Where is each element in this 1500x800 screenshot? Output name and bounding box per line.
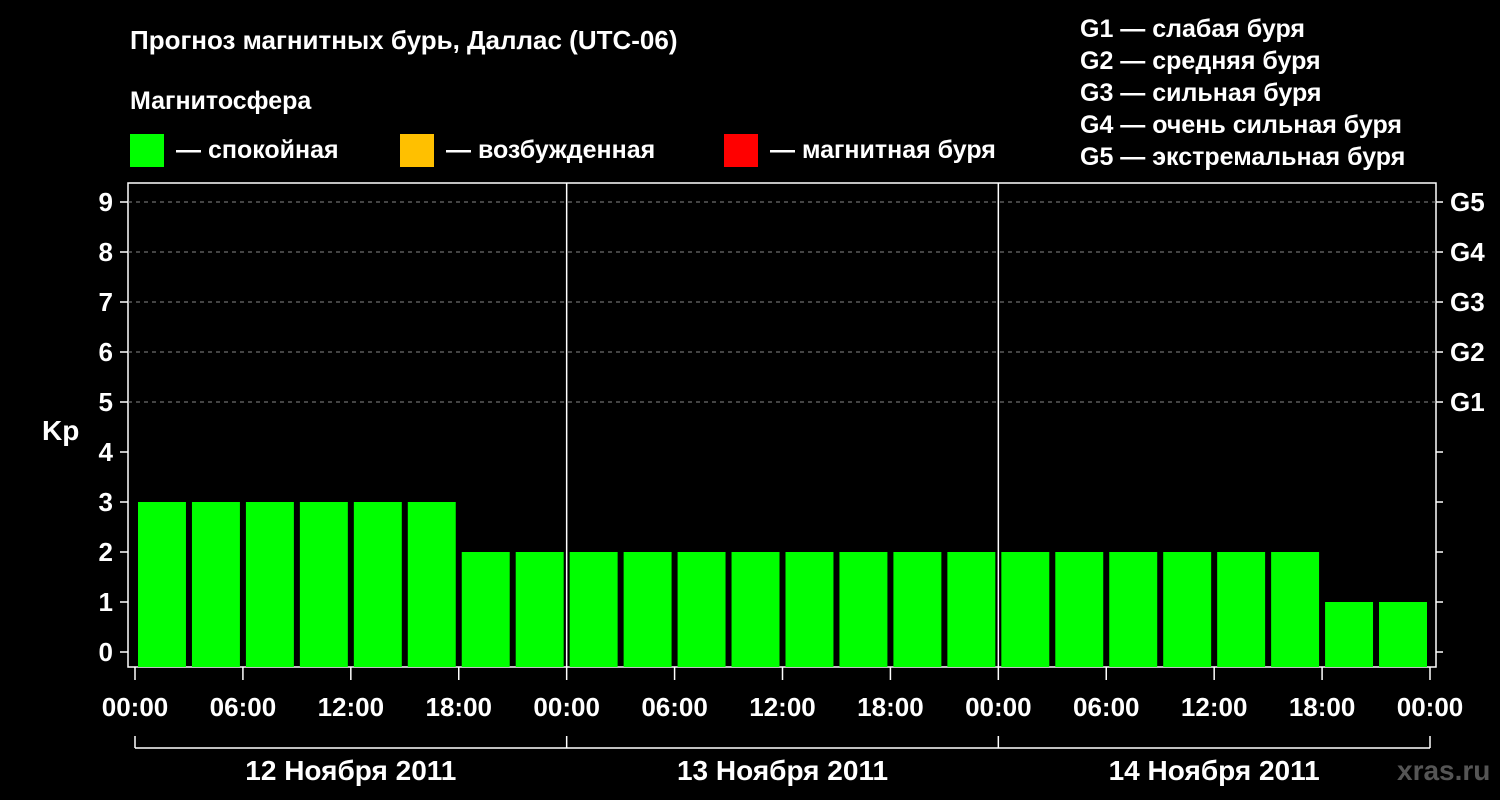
- y-tick-label-1: 1: [99, 587, 113, 617]
- bar-22: [1271, 552, 1320, 667]
- watermark: xras.ru: [1397, 755, 1490, 786]
- bar-18: [1055, 552, 1104, 667]
- x-tick-label-4: 18:00: [426, 692, 493, 722]
- x-tick-label-10: 06:00: [1073, 692, 1140, 722]
- day-label-1: 12 Ноября 2011: [245, 755, 456, 786]
- g-scale-item-4: G4 — очень сильная буря: [1080, 111, 1402, 139]
- legend: — спокойная — возбужденная — магнитная бур…: [130, 134, 996, 167]
- x-tick-label-3: 12:00: [318, 692, 385, 722]
- x-tick-label-8: 18:00: [857, 692, 924, 722]
- y-tick-label-9: 9: [99, 187, 113, 217]
- y-tick-label-0: 0: [99, 637, 113, 667]
- legend-label-2: — возбужденная: [446, 136, 655, 164]
- bar-17: [1001, 552, 1050, 667]
- bar-9: [569, 552, 618, 667]
- bar-16: [947, 552, 996, 667]
- right-tick-label-G3: G3: [1450, 287, 1485, 317]
- x-tick-label-7: 12:00: [749, 692, 816, 722]
- bar-5: [353, 502, 402, 667]
- day-label-2: 13 Ноября 2011: [677, 755, 888, 786]
- y-tick-label-3: 3: [99, 487, 113, 517]
- bar-2: [191, 502, 240, 667]
- axes: 0 1 2 3 4 5 6 7 8 9 G1 G2 G3 G4 G5 00:00 06:00 12:00 18:00…: [99, 183, 1485, 786]
- legend-swatch-1: [130, 134, 164, 167]
- right-tick-label-G1: G1: [1450, 387, 1485, 417]
- y-tick-label-4: 4: [99, 437, 114, 467]
- y-tick-label-5: 5: [99, 387, 113, 417]
- legend-swatch-2: [400, 134, 434, 167]
- legend-label-3: — магнитная буря: [770, 136, 996, 164]
- kp-forecast-chart: Прогноз магнитных бурь, Даллас (UTC-06) …: [42, 15, 1490, 786]
- x-tick-label-11: 12:00: [1181, 692, 1248, 722]
- bar-12: [731, 552, 780, 667]
- bar-8: [515, 552, 564, 667]
- bar-1: [138, 502, 186, 667]
- legend-label-1: — спокойная: [176, 136, 339, 164]
- bar-13: [785, 552, 834, 667]
- g-scale-item-5: G5 — экстремальная буря: [1080, 143, 1405, 171]
- bar-20: [1163, 552, 1212, 667]
- right-tick-label-G4: G4: [1450, 237, 1485, 267]
- right-tick-label-G5: G5: [1450, 187, 1485, 217]
- x-tick-label-5: 00:00: [533, 692, 600, 722]
- x-tick-label-13: 00:00: [1397, 692, 1464, 722]
- g-scale-item-3: G3 — сильная буря: [1080, 79, 1322, 107]
- bar-6: [407, 502, 456, 667]
- bar-23: [1325, 602, 1374, 667]
- g-scale-item-1: G1 — слабая буря: [1080, 15, 1305, 43]
- bar-14: [839, 552, 888, 667]
- bar-10: [623, 552, 672, 667]
- y-tick-label-7: 7: [99, 287, 113, 317]
- x-tick-label-12: 18:00: [1289, 692, 1356, 722]
- bar-4: [299, 502, 348, 667]
- x-tick-label-1: 00:00: [102, 692, 169, 722]
- day-label-3: 14 Ноября 2011: [1109, 755, 1320, 786]
- x-tick-label-9: 00:00: [965, 692, 1032, 722]
- y-tick-label-6: 6: [99, 337, 113, 367]
- g-scale-legend: G1 — слабая буря G2 — средняя буря G3 — си…: [1080, 15, 1405, 171]
- bar-24: [1379, 602, 1427, 667]
- bar-7: [461, 552, 510, 667]
- bar-11: [677, 552, 726, 667]
- chart-title: Прогноз магнитных бурь, Даллас (UTC-06): [130, 25, 678, 55]
- g-scale-item-2: G2 — средняя буря: [1080, 47, 1321, 75]
- y-tick-label-8: 8: [99, 237, 113, 267]
- legend-swatch-3: [724, 134, 758, 167]
- legend-title: Магнитосфера: [130, 87, 312, 115]
- y-tick-label-2: 2: [99, 537, 113, 567]
- bar-3: [245, 502, 294, 667]
- bar-15: [893, 552, 942, 667]
- x-tick-label-2: 06:00: [210, 692, 277, 722]
- bar-19: [1109, 552, 1158, 667]
- bar-21: [1217, 552, 1266, 667]
- right-tick-label-G2: G2: [1450, 337, 1485, 367]
- y-axis-label: Kp: [42, 415, 79, 446]
- bars: [138, 502, 1427, 667]
- x-tick-label-6: 06:00: [641, 692, 708, 722]
